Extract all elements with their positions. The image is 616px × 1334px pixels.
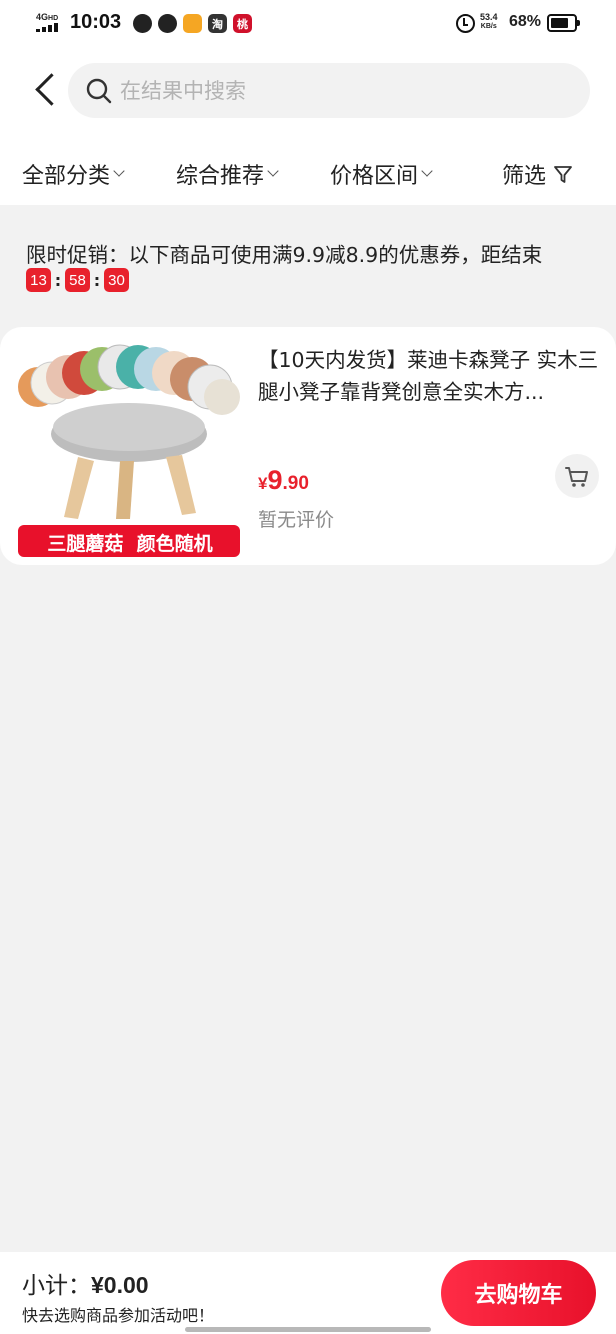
subtotal: 小计：¥0.00 [22, 1266, 149, 1300]
search-bar[interactable] [68, 63, 590, 118]
bottom-bar: 小计：¥0.00 快去选购商品参加活动吧！ 去购物车 [0, 1252, 616, 1334]
subtotal-value: ¥0.00 [91, 1272, 149, 1298]
cart-icon [565, 467, 588, 487]
battery-icon [547, 14, 580, 32]
status-bar: 4GHD 10:03 淘 桃 53.4 KB/s 68% [0, 0, 616, 48]
home-indicator[interactable] [185, 1327, 431, 1332]
taobao-icon: 淘 [208, 14, 227, 33]
alarm-icon [456, 14, 475, 33]
battery-percent: 68% [509, 13, 542, 30]
chevron-down-icon [421, 165, 433, 177]
filter-label: 筛选 [502, 164, 547, 189]
filter-button[interactable]: 筛选 [502, 158, 574, 190]
filter-bar: 全部分类 综合推荐 价格区间 筛选 [0, 148, 616, 198]
go-to-cart-button[interactable]: 去购物车 [441, 1260, 596, 1326]
countdown-separator: : [93, 270, 101, 290]
vpn-icon [133, 14, 152, 33]
filter-recommend[interactable]: 综合推荐 [176, 158, 279, 190]
countdown: 13 : 58 : 30 [26, 268, 129, 292]
add-to-cart-button[interactable] [555, 454, 599, 498]
countdown-seconds: 30 [104, 268, 129, 292]
countdown-separator: : [54, 270, 62, 290]
stool-image [18, 344, 240, 557]
shop-icon: 桃 [233, 14, 252, 33]
filter-all-categories-label: 全部分类 [22, 164, 111, 189]
filter-price-range-label: 价格区间 [330, 164, 419, 189]
network-speed: 53.4 KB/s [480, 12, 498, 31]
clock: 10:03 [70, 11, 122, 33]
filter-all-categories[interactable]: 全部分类 [22, 158, 125, 190]
countdown-hours: 13 [26, 268, 51, 292]
back-button[interactable] [30, 72, 60, 108]
product-card[interactable]: 三腿蘑菇 颜色随机 【10天内发货】莱迪卡森凳子 实木三腿小凳子靠背凳创意全实木… [0, 327, 616, 565]
funnel-icon [554, 166, 572, 183]
countdown-minutes: 58 [65, 268, 90, 292]
image-banner-text: 三腿蘑菇 颜色随机 [47, 533, 213, 555]
product-image[interactable]: 三腿蘑菇 颜色随机 [16, 339, 242, 559]
subtotal-label: 小计： [22, 1273, 91, 1299]
q-icon [158, 14, 177, 33]
activity-hint: 快去选购商品参加活动吧！ [22, 1306, 215, 1325]
search-input[interactable] [120, 73, 560, 108]
signal-icon [36, 23, 62, 32]
chevron-down-icon [113, 165, 125, 177]
review-status: 暂无评价 [258, 509, 335, 531]
price-integer: 9 [267, 465, 283, 495]
chevron-down-icon [267, 165, 279, 177]
mascot-icon [183, 14, 202, 33]
header: 4GHD 10:03 淘 桃 53.4 KB/s 68% 全部分类 [0, 0, 616, 205]
search-icon [86, 78, 112, 104]
filter-price-range[interactable]: 价格区间 [330, 158, 433, 190]
promo-text: 限时促销：以下商品可使用满9.9减8.9的优惠券，距结束 [26, 243, 543, 267]
price-decimal: .90 [282, 473, 309, 494]
notification-icons: 淘 桃 [133, 14, 252, 33]
filter-recommend-label: 综合推荐 [176, 164, 265, 189]
product-title[interactable]: 【10天内发货】莱迪卡森凳子 实木三腿小凳子靠背凳创意全实木方... [258, 344, 604, 408]
product-price: ¥9.90 [258, 465, 309, 496]
